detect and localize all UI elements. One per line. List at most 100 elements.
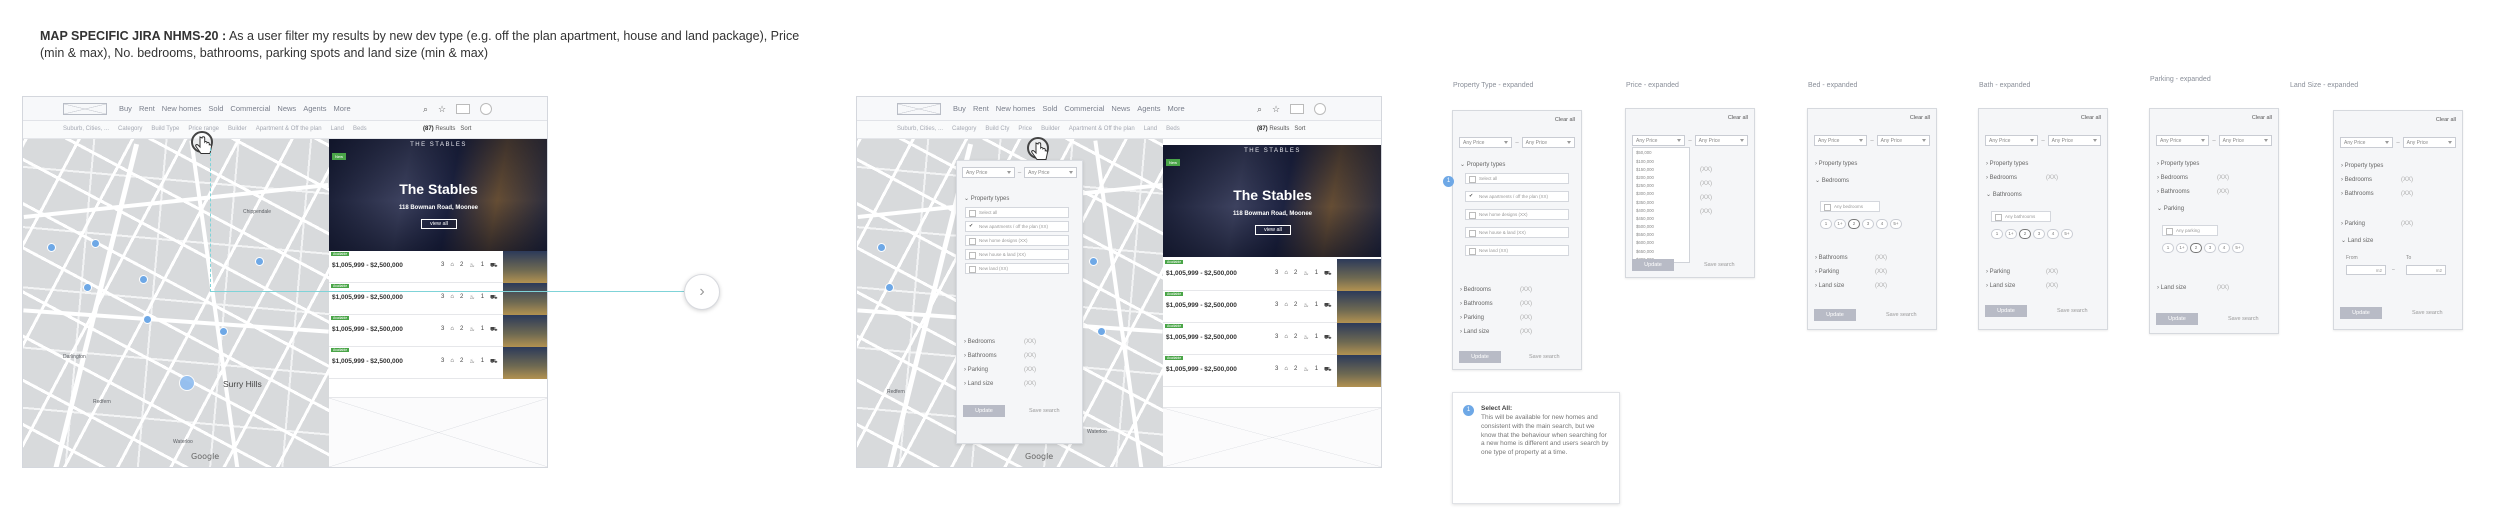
section-property-types[interactable]: › Property types <box>2157 161 2199 167</box>
nav-news[interactable]: News <box>277 104 296 113</box>
update-button[interactable]: Update <box>1459 351 1501 363</box>
select-all-checkbox[interactable]: Select all <box>1465 173 1569 184</box>
filter-beds[interactable]: Beds <box>1166 126 1180 132</box>
section-property-types[interactable]: ⌄ Property types <box>964 195 1009 202</box>
map-marker[interactable] <box>139 275 148 284</box>
option-new-apartments[interactable]: New apartments / off the plan (XX) <box>965 221 1069 232</box>
chip-option[interactable]: 5+ <box>1890 219 1902 229</box>
save-search-link[interactable]: Save search <box>1704 262 1735 268</box>
option-new-apartments[interactable]: New apartments / off the plan (XX) <box>1465 191 1569 202</box>
listing-row[interactable]: Available $1,005,999 - $2,500,000 3 ⌂ 2 ♨ 1 ⛟ <box>1163 355 1381 387</box>
nav-sold[interactable]: Sold <box>1042 104 1057 113</box>
filter-builder[interactable]: Builder <box>228 126 247 132</box>
section-land-size[interactable]: ⌄ Land size <box>2341 237 2373 244</box>
price-option[interactable]: $600,000 <box>1633 238 1689 246</box>
section-bathrooms[interactable]: › Bathrooms (XX) <box>964 353 1036 359</box>
nav-commercial[interactable]: Commercial <box>1064 104 1104 113</box>
logo-placeholder[interactable] <box>897 103 941 115</box>
update-button[interactable]: Update <box>1814 309 1856 321</box>
nav-sold[interactable]: Sold <box>208 104 223 113</box>
max-price-select[interactable]: Any Price <box>2218 135 2272 146</box>
section-parking[interactable]: ⌄ Parking <box>2157 205 2184 212</box>
section-land-size[interactable]: › Land size (XX) <box>1986 283 2058 289</box>
section-bedrooms[interactable]: › Bedrooms (XX) <box>964 339 1036 345</box>
map-cluster-marker[interactable] <box>179 375 195 391</box>
save-search-link[interactable]: Save search <box>2412 310 2443 316</box>
min-price-select[interactable]: Any Price <box>1814 135 1868 146</box>
filter-category[interactable]: Category <box>118 126 142 132</box>
section-parking[interactable]: › Parking (XX) <box>1986 269 2058 275</box>
nav-buy[interactable]: Buy <box>953 104 966 113</box>
chip-option[interactable]: 1 <box>1820 219 1832 229</box>
nav-agents[interactable]: Agents <box>1137 104 1160 113</box>
listing-row[interactable]: Available $1,005,999 - $2,500,000 3 ⌂ 2 ♨ 1 ⛟ <box>1163 259 1381 291</box>
listing-row[interactable]: Available $1,005,999 - $2,500,000 3 ⌂ 2 ♨ 1 ⛟ <box>329 315 547 347</box>
chip-option[interactable]: 1 <box>1991 229 2003 239</box>
max-price-select[interactable]: Any Price <box>1694 135 1748 146</box>
nav-news[interactable]: News <box>1111 104 1130 113</box>
chip-option-selected[interactable]: 2 <box>2190 243 2202 253</box>
filter-land[interactable]: Land <box>331 126 344 132</box>
view-all-button[interactable]: view all <box>421 219 457 229</box>
max-price-select[interactable]: Any Price <box>1876 135 1930 146</box>
section-bedrooms[interactable]: › Bedrooms (XX) <box>2341 177 2413 183</box>
section-parking[interactable]: › Parking (XX) <box>964 367 1036 373</box>
view-all-button[interactable]: view all <box>1255 225 1291 235</box>
map-marker[interactable] <box>219 327 228 336</box>
development-hero[interactable]: New THE STABLES The Stables 118 Bowman R… <box>1163 145 1381 257</box>
avatar[interactable] <box>480 103 493 115</box>
option-new-land[interactable]: New land (XX) <box>1465 245 1569 256</box>
filter-price[interactable]: Price <box>1018 126 1032 132</box>
min-price-select[interactable]: Any Price <box>1459 137 1513 148</box>
update-button[interactable]: Update <box>1632 259 1674 271</box>
nav-commercial[interactable]: Commercial <box>230 104 270 113</box>
map-marker[interactable] <box>91 239 100 248</box>
map-marker[interactable] <box>143 315 152 324</box>
section-bathrooms[interactable]: ⌄ Bathrooms <box>1986 191 2022 198</box>
price-option[interactable]: $100,000 <box>1633 156 1689 164</box>
any-bedrooms-checkbox[interactable]: Any bedrooms <box>1820 201 1880 212</box>
max-price-select[interactable]: Any Price <box>2047 135 2101 146</box>
nav-rent[interactable]: Rent <box>139 104 155 113</box>
option-new-house-land[interactable]: New house & land (XX) <box>1465 227 1569 238</box>
chip-option[interactable]: 5+ <box>2232 243 2244 253</box>
filter-build-type[interactable]: Build Cty <box>985 126 1009 132</box>
section-bathrooms[interactable]: › Bathrooms (XX) <box>1460 301 1532 307</box>
nav-new-homes[interactable]: New homes <box>996 104 1036 113</box>
filter-category[interactable]: Category <box>952 126 976 132</box>
update-button[interactable]: Update <box>1985 305 2027 317</box>
filter-suburb[interactable]: Suburb, Cities, ... <box>897 126 943 132</box>
min-price-select[interactable]: Any Price <box>1632 135 1686 146</box>
chip-option[interactable]: 1 <box>2162 243 2174 253</box>
section-parking[interactable]: › Parking (XX) <box>1460 315 1532 321</box>
search-icon[interactable]: ⌕ <box>423 104 428 115</box>
listing-row[interactable]: Available $1,005,999 - $2,500,000 3 ⌂ 2 ♨ 1 ⛟ <box>1163 291 1381 323</box>
clear-all-link[interactable]: Clear all <box>1910 115 1930 121</box>
map-marker[interactable] <box>255 257 264 266</box>
nav-new-homes[interactable]: New homes <box>162 104 202 113</box>
price-option[interactable]: $250,000 <box>1633 181 1689 189</box>
map-marker[interactable] <box>1097 327 1106 336</box>
chip-option[interactable]: 3 <box>2033 229 2045 239</box>
map-marker[interactable] <box>83 283 92 292</box>
price-option[interactable]: $200,000 <box>1633 173 1689 181</box>
select-all-checkbox[interactable]: Select all <box>965 207 1069 218</box>
filter-apartment[interactable]: Apartment & Off the plan <box>1069 126 1135 132</box>
chip-option[interactable]: 5+ <box>2061 229 2073 239</box>
price-option[interactable]: $400,000 <box>1633 205 1689 213</box>
map-marker[interactable] <box>47 243 56 252</box>
section-bedrooms[interactable]: › Bedrooms (XX) <box>1986 175 2058 181</box>
min-price-select[interactable]: Any Price <box>2156 135 2210 146</box>
section-property-types[interactable]: › Property types <box>1815 161 1857 167</box>
section-bathrooms[interactable]: › Bathrooms (XX) <box>1815 255 1887 261</box>
map[interactable]: Surry Hills Redfern Darlington Chippenda… <box>23 139 329 467</box>
filter-suburb[interactable]: Suburb, Cities, ... <box>63 126 109 132</box>
section-bedrooms[interactable]: › Bedrooms (XX) <box>1460 287 1532 293</box>
section-bedrooms[interactable]: ⌄ Bedrooms <box>1815 177 1849 184</box>
filter-build-type[interactable]: Build Type <box>151 126 179 132</box>
option-new-house-land[interactable]: New house & land (XX) <box>965 249 1069 260</box>
price-option[interactable]: $550,000 <box>1633 230 1689 238</box>
option-new-home-designs[interactable]: New home designs (XX) <box>1465 209 1569 220</box>
nav-buy[interactable]: Buy <box>119 104 132 113</box>
sort-dropdown[interactable]: Sort <box>1294 126 1305 132</box>
